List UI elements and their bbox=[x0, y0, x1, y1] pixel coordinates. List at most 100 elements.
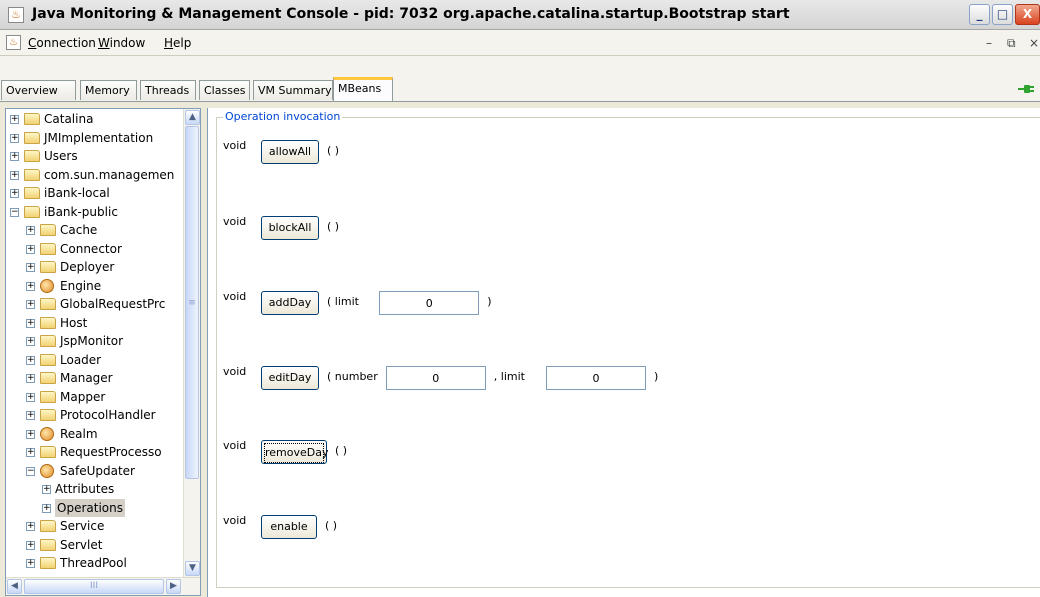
expand-icon[interactable]: + bbox=[26, 448, 35, 457]
tree-node[interactable]: + Cache bbox=[6, 221, 184, 239]
enable-button[interactable]: enable bbox=[261, 515, 317, 539]
expand-icon[interactable]: + bbox=[42, 485, 51, 494]
tab-overview[interactable]: Overview bbox=[1, 80, 76, 100]
tree-node[interactable]: + RequestProcesso bbox=[6, 443, 184, 461]
tree-node[interactable]: + Operations bbox=[6, 498, 184, 517]
tree-vertical-scrollbar[interactable]: ▲ ≡ ▼ bbox=[183, 109, 200, 577]
tab-threads[interactable]: Threads bbox=[140, 80, 196, 100]
tree-node[interactable]: + Attributes bbox=[6, 480, 184, 498]
expand-icon[interactable]: + bbox=[26, 411, 35, 420]
scroll-right-button[interactable]: ▶ bbox=[166, 579, 181, 594]
parameter-input[interactable] bbox=[546, 366, 646, 390]
folder-icon bbox=[40, 242, 56, 255]
return-type-label: void bbox=[223, 215, 247, 228]
expand-icon[interactable]: + bbox=[26, 374, 35, 383]
tab-classes[interactable]: Classes bbox=[199, 80, 250, 100]
tree-node-label: Engine bbox=[60, 278, 102, 293]
addDay-button[interactable]: addDay bbox=[261, 291, 319, 315]
internal-minimize-button[interactable]: – bbox=[986, 36, 992, 50]
expand-icon[interactable]: + bbox=[10, 152, 19, 161]
expand-icon[interactable]: + bbox=[26, 522, 35, 531]
tree-node[interactable]: + Engine bbox=[6, 277, 184, 295]
editDay-button[interactable]: editDay bbox=[261, 366, 319, 390]
expand-icon[interactable]: + bbox=[10, 133, 19, 143]
tree-node[interactable]: + Loader bbox=[6, 351, 184, 369]
internal-close-button[interactable]: × bbox=[1029, 36, 1039, 50]
tree-node-label: Deployer bbox=[60, 260, 115, 274]
horizontal-scroll-thumb[interactable]: III bbox=[24, 579, 164, 594]
expand-icon[interactable]: + bbox=[26, 318, 35, 328]
java-document-icon[interactable]: ♨ bbox=[6, 35, 21, 50]
expand-icon[interactable]: + bbox=[10, 115, 19, 124]
expand-icon[interactable]: + bbox=[42, 503, 51, 513]
tree-node[interactable]: − iBank-public bbox=[6, 203, 184, 221]
expand-icon[interactable]: + bbox=[26, 559, 35, 568]
tree-node[interactable]: + Mapper bbox=[6, 388, 184, 406]
close-button[interactable]: X bbox=[1015, 4, 1040, 25]
expand-icon[interactable]: + bbox=[10, 170, 19, 180]
scroll-thumb[interactable]: ≡ bbox=[185, 126, 199, 479]
tree-node[interactable]: + JspMonitor bbox=[6, 332, 184, 350]
allowAll-button[interactable]: allowAll bbox=[261, 140, 319, 164]
parameter-input[interactable] bbox=[385, 366, 486, 390]
internal-restore-button[interactable]: ⧉ bbox=[1007, 36, 1016, 51]
return-type-label: void bbox=[223, 514, 247, 527]
expand-icon[interactable]: + bbox=[26, 300, 35, 309]
tab-vm-summary[interactable]: VM Summary bbox=[253, 80, 333, 100]
expand-icon[interactable]: + bbox=[26, 540, 35, 550]
tree-node[interactable]: + iBank-local bbox=[6, 184, 184, 202]
tree-node[interactable]: + Users bbox=[6, 147, 184, 165]
operations-panel: Operation invocation void allowAll ( ) void… bbox=[207, 108, 1040, 597]
menu-help[interactable]: Help bbox=[164, 36, 191, 50]
menu-connection[interactable]: Connection bbox=[28, 36, 96, 50]
tree-node[interactable]: + Service bbox=[6, 517, 184, 535]
maximize-button[interactable]: □ bbox=[992, 4, 1013, 25]
java-app-icon: ♨ bbox=[8, 7, 24, 23]
minimize-button[interactable]: _ bbox=[969, 4, 990, 25]
mbean-tree[interactable]: + Catalina + JMImplementation + Users + com.sun… bbox=[5, 108, 201, 596]
tree-horizontal-scrollbar[interactable]: ◀ III ▶ bbox=[6, 577, 200, 595]
expand-icon[interactable]: + bbox=[10, 189, 19, 198]
scroll-up-button[interactable]: ▲ bbox=[185, 110, 200, 125]
tree-node[interactable]: + ProtocolHandler bbox=[6, 406, 184, 424]
expand-icon[interactable]: + bbox=[26, 355, 35, 365]
tab-memory[interactable]: Memory bbox=[80, 80, 137, 100]
tree-node[interactable]: + Servlet bbox=[6, 536, 184, 554]
expand-icon[interactable]: + bbox=[26, 429, 35, 439]
tree-node[interactable]: + Deployer bbox=[6, 258, 184, 276]
tree-node[interactable]: + Host bbox=[6, 314, 184, 332]
expand-icon[interactable]: + bbox=[26, 392, 35, 402]
tree-node[interactable]: + Realm bbox=[6, 425, 184, 443]
tab-mbeans[interactable]: MBeans bbox=[333, 77, 393, 102]
collapse-icon[interactable]: − bbox=[26, 466, 35, 476]
scroll-down-button[interactable]: ▼ bbox=[185, 561, 200, 576]
tree-node[interactable]: + Manager bbox=[6, 369, 184, 387]
menu-bar: ♨ Connection Window Help – ⧉ × bbox=[0, 30, 1040, 56]
tree-node-label: Attributes bbox=[55, 482, 115, 496]
split-pane-divider[interactable] bbox=[202, 108, 206, 596]
expand-icon[interactable]: + bbox=[26, 281, 35, 291]
expand-icon[interactable]: + bbox=[26, 263, 35, 272]
tree-node[interactable]: + GlobalRequestPrc bbox=[6, 295, 184, 313]
tree-node[interactable]: − SafeUpdater bbox=[6, 462, 184, 480]
removeDay-button[interactable]: removeDay bbox=[261, 440, 329, 464]
tree-node-label: iBank-local bbox=[44, 186, 110, 200]
tree-node-label: GlobalRequestPrc bbox=[60, 297, 166, 311]
expand-icon[interactable]: + bbox=[26, 226, 35, 235]
scroll-left-button[interactable]: ◀ bbox=[7, 579, 22, 594]
parameter-input[interactable] bbox=[379, 291, 480, 315]
expand-icon[interactable]: + bbox=[26, 337, 35, 346]
parameter-label: ( number bbox=[327, 370, 378, 383]
tree-node[interactable]: + ThreadPool bbox=[6, 554, 184, 572]
menu-window[interactable]: Window bbox=[98, 36, 145, 50]
tree-node[interactable]: + com.sun.managemen bbox=[6, 166, 184, 184]
folder-icon bbox=[24, 168, 40, 181]
expand-icon[interactable]: + bbox=[26, 244, 35, 254]
tree-node[interactable]: + Connector bbox=[6, 240, 184, 258]
tree-node[interactable]: + Catalina bbox=[6, 110, 184, 128]
collapse-icon[interactable]: − bbox=[10, 207, 19, 217]
folder-icon bbox=[40, 557, 56, 569]
tree-node[interactable]: + JMImplementation bbox=[6, 129, 184, 147]
blockAll-button[interactable]: blockAll bbox=[261, 216, 319, 240]
title-bar[interactable]: ♨ Java Monitoring & Management Console -… bbox=[0, 0, 1040, 30]
